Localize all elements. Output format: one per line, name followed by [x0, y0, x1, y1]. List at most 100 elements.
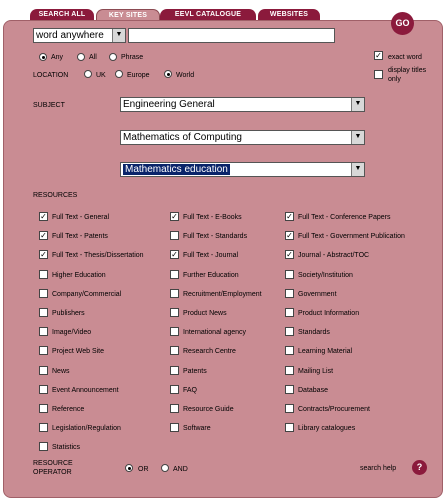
resource-label: Full Text - E-Books: [183, 214, 242, 221]
resource-label: Full Text - Standards: [183, 233, 248, 240]
resource-checkbox[interactable]: [285, 270, 294, 279]
resource-checkbox[interactable]: [285, 289, 294, 298]
chevron-down-icon: ▼: [351, 98, 364, 111]
search-field-select[interactable]: word anywhere ▼: [33, 28, 126, 43]
search-panel: word anywhere ▼ GO Any All Phrase ✓ exac…: [3, 12, 443, 498]
match-phrase-label: Phrase: [121, 54, 144, 61]
resource-checkbox[interactable]: [285, 366, 294, 375]
resource-checkbox[interactable]: [170, 231, 179, 240]
operator-or-label: OR: [138, 466, 149, 473]
resource-checkbox[interactable]: [39, 289, 48, 298]
resource-checkbox[interactable]: [170, 366, 179, 375]
resource-checkbox[interactable]: ✓: [39, 250, 48, 259]
resource-checkbox[interactable]: [39, 366, 48, 375]
location-europe-radio[interactable]: [115, 70, 123, 78]
resource-checkbox[interactable]: ✓: [285, 250, 294, 259]
resource-label: International agency: [183, 329, 247, 336]
resource-checkbox[interactable]: [170, 289, 179, 298]
resource-checkbox[interactable]: [39, 270, 48, 279]
resource-checkbox[interactable]: [39, 385, 48, 394]
resource-checkbox[interactable]: ✓: [170, 250, 179, 259]
resource-checkbox[interactable]: ✓: [170, 212, 179, 221]
resource-checkbox[interactable]: [39, 404, 48, 413]
resource-label: Further Education: [183, 272, 239, 279]
resource-label: News: [52, 368, 70, 375]
resource-label: Recruitment/Employment: [183, 291, 262, 298]
resource-checkbox[interactable]: [285, 327, 294, 336]
resource-label: Resource Guide: [183, 406, 234, 413]
go-button[interactable]: GO: [391, 12, 414, 35]
resource-checkbox[interactable]: ✓: [39, 212, 48, 221]
resource-checkbox[interactable]: [39, 442, 48, 451]
operator-or-radio[interactable]: [125, 464, 133, 472]
resource-checkbox[interactable]: [170, 404, 179, 413]
resource-label: Product News: [183, 310, 227, 317]
resource-label: Image/Video: [52, 329, 92, 336]
match-any-radio[interactable]: [39, 53, 47, 61]
display-titles-checkbox[interactable]: [374, 70, 383, 79]
resource-checkbox[interactable]: [285, 404, 294, 413]
resource-checkbox[interactable]: [39, 423, 48, 432]
subject-select-1[interactable]: Engineering General ▼: [120, 97, 365, 112]
operator-and-radio[interactable]: [161, 464, 169, 472]
chevron-down-icon: ▼: [112, 29, 125, 42]
resource-checkbox[interactable]: [170, 385, 179, 394]
exact-word-label: exact word: [388, 54, 422, 61]
location-world-label: World: [176, 72, 195, 79]
resource-checkbox[interactable]: [285, 346, 294, 355]
chevron-down-icon: ▼: [351, 131, 364, 144]
resource-checkbox[interactable]: [170, 423, 179, 432]
resource-label: Product Information: [298, 310, 360, 317]
resource-checkbox[interactable]: [39, 308, 48, 317]
resource-label: Event Announcement: [52, 387, 119, 394]
resource-checkbox[interactable]: ✓: [285, 231, 294, 240]
resources-label: RESOURCES: [33, 192, 78, 199]
resource-label: Full Text - Government Publication: [298, 233, 405, 240]
subject-select-3[interactable]: Mathematics education ▼: [120, 162, 365, 177]
resource-label: Database: [298, 387, 328, 394]
match-any-label: Any: [51, 54, 64, 61]
resource-label: Higher Education: [52, 272, 106, 279]
exact-word-checkbox[interactable]: ✓: [374, 51, 383, 60]
display-titles-label: display titles only: [388, 67, 427, 83]
resource-checkbox[interactable]: ✓: [285, 212, 294, 221]
subject-select-2[interactable]: Mathematics of Computing ▼: [120, 130, 365, 145]
resource-label: Mailing List: [298, 368, 334, 375]
resource-label: Journal - Abstract/TOC: [298, 252, 370, 259]
resource-operator-label-line1: RESOURCE: [33, 460, 73, 467]
resource-label: Reference: [52, 406, 85, 413]
resource-label: Government: [298, 291, 337, 298]
resource-checkbox[interactable]: [170, 346, 179, 355]
location-uk-label: UK: [96, 72, 106, 79]
match-phrase-radio[interactable]: [109, 53, 117, 61]
resource-label: Learning Material: [298, 348, 353, 355]
resource-checkbox[interactable]: [170, 308, 179, 317]
location-world-radio[interactable]: [164, 70, 172, 78]
subject-label: SUBJECT: [33, 102, 65, 109]
resource-label: Standards: [298, 329, 330, 336]
resource-label: Legislation/Regulation: [52, 425, 121, 432]
help-icon[interactable]: ?: [412, 460, 427, 475]
resource-checkbox[interactable]: [285, 385, 294, 394]
search-help-link[interactable]: search help: [360, 464, 396, 473]
resource-label: Contracts/Procurement: [298, 406, 370, 413]
resource-checkbox[interactable]: [285, 423, 294, 432]
resource-label: Library catalogues: [298, 425, 356, 432]
resource-checkbox[interactable]: [39, 327, 48, 336]
resource-label: Research Centre: [183, 348, 236, 355]
resource-label: Full Text - Journal: [183, 252, 239, 259]
resource-label: FAQ: [183, 387, 198, 394]
match-all-radio[interactable]: [77, 53, 85, 61]
resource-checkbox[interactable]: [170, 270, 179, 279]
resource-checkbox[interactable]: [170, 327, 179, 336]
resource-label: Project Web Site: [52, 348, 105, 355]
resource-label: Software: [183, 425, 211, 432]
resource-label: Statistics: [52, 444, 81, 451]
operator-and-label: AND: [173, 466, 188, 473]
resource-label: Society/Institution: [298, 272, 353, 279]
resource-checkbox[interactable]: ✓: [39, 231, 48, 240]
search-input[interactable]: [128, 28, 335, 43]
resource-checkbox[interactable]: [285, 308, 294, 317]
resource-checkbox[interactable]: [39, 346, 48, 355]
location-uk-radio[interactable]: [84, 70, 92, 78]
